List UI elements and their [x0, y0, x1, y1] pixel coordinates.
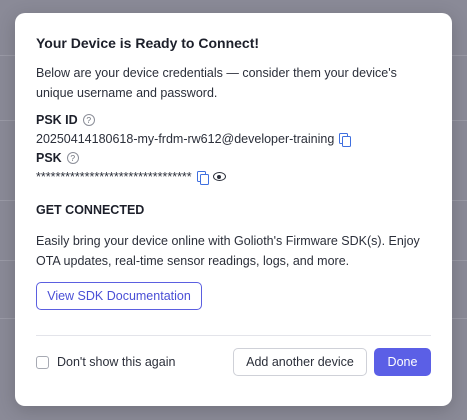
psk-id-value-row: 20250414180618-my-frdm-rw612@developer-t… [36, 132, 352, 147]
psk-id-label-row: PSK ID ? [36, 113, 95, 127]
copy-icon[interactable] [196, 171, 209, 185]
psk-id-label: PSK ID [36, 113, 78, 127]
psk-label-row: PSK ? [36, 151, 79, 165]
psk-label: PSK [36, 151, 62, 165]
footer-divider [36, 335, 431, 336]
dont-show-again-row[interactable]: Don't show this again [36, 355, 175, 369]
view-sdk-docs-button[interactable]: View SDK Documentation [36, 282, 202, 310]
get-connected-title: GET CONNECTED [36, 203, 145, 217]
dont-show-again-checkbox[interactable] [36, 355, 49, 369]
done-button[interactable]: Done [374, 348, 431, 376]
device-ready-modal: Your Device is Ready to Connect! Below a… [15, 13, 452, 406]
psk-id-value: 20250414180618-my-frdm-rw612@developer-t… [36, 132, 335, 146]
modal-intro: Below are your device credentials — cons… [36, 66, 397, 100]
help-icon[interactable]: ? [66, 152, 79, 164]
eye-icon[interactable] [212, 172, 227, 182]
help-icon[interactable]: ? [82, 114, 95, 126]
psk-value-row: ******************************** [36, 170, 227, 185]
get-connected-description: Easily bring your device online with Gol… [36, 234, 420, 268]
modal-title: Your Device is Ready to Connect! [36, 35, 260, 51]
copy-icon[interactable] [338, 133, 352, 147]
dont-show-again-label: Don't show this again [57, 355, 176, 369]
add-another-device-button[interactable]: Add another device [233, 348, 367, 376]
psk-value: ******************************** [36, 170, 192, 184]
